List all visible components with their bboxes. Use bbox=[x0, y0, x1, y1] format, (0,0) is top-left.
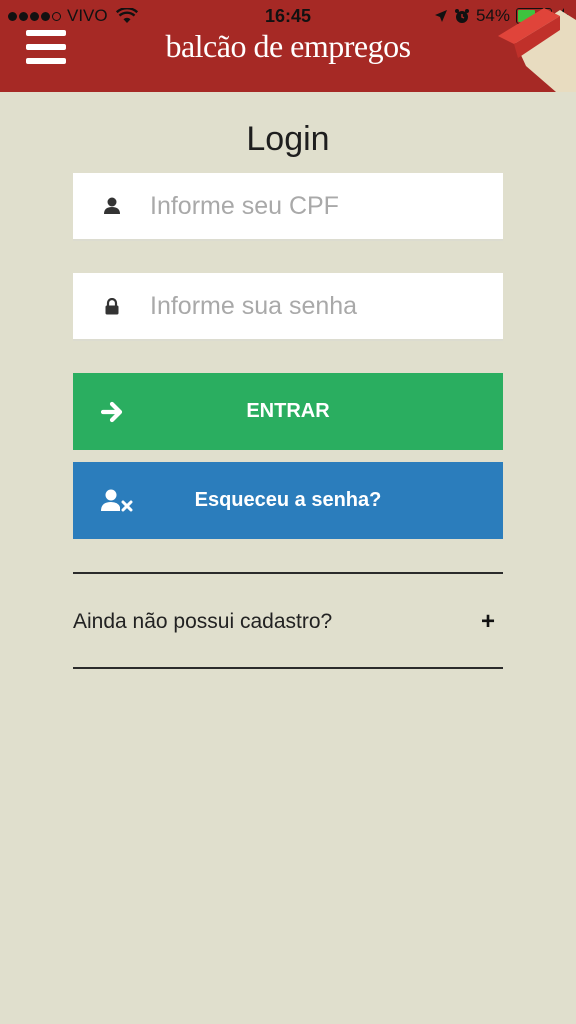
page-title: Login bbox=[246, 120, 330, 158]
enter-button[interactable]: ENTRAR bbox=[73, 373, 503, 450]
enter-button-label: ENTRAR bbox=[246, 400, 330, 422]
user-icon bbox=[73, 197, 150, 215]
app-header: VIVO 16:45 54% balcão de empregos bbox=[0, 0, 576, 92]
location-arrow-icon bbox=[434, 10, 447, 22]
app-logo: balcão de empregos bbox=[165, 28, 411, 64]
divider-top bbox=[73, 572, 503, 574]
alarm-clock-icon bbox=[454, 9, 469, 23]
lock-icon bbox=[73, 297, 150, 315]
register-prompt: Ainda não possui cadastro? bbox=[73, 610, 333, 633]
cpf-input[interactable] bbox=[150, 173, 503, 239]
plus-icon[interactable]: + bbox=[481, 608, 495, 636]
puzzle-piece-icon bbox=[498, 8, 576, 92]
forgot-password-button[interactable]: Esqueceu a senha? bbox=[73, 462, 503, 539]
register-toggle[interactable]: Ainda não possui cadastro? + bbox=[73, 598, 503, 646]
user-times-icon bbox=[101, 462, 133, 539]
password-input[interactable] bbox=[150, 273, 503, 339]
arrow-right-icon bbox=[101, 373, 125, 450]
password-field[interactable] bbox=[73, 273, 503, 341]
cpf-field[interactable] bbox=[73, 173, 503, 241]
forgot-password-label: Esqueceu a senha? bbox=[194, 489, 382, 511]
divider-bottom bbox=[73, 667, 503, 669]
